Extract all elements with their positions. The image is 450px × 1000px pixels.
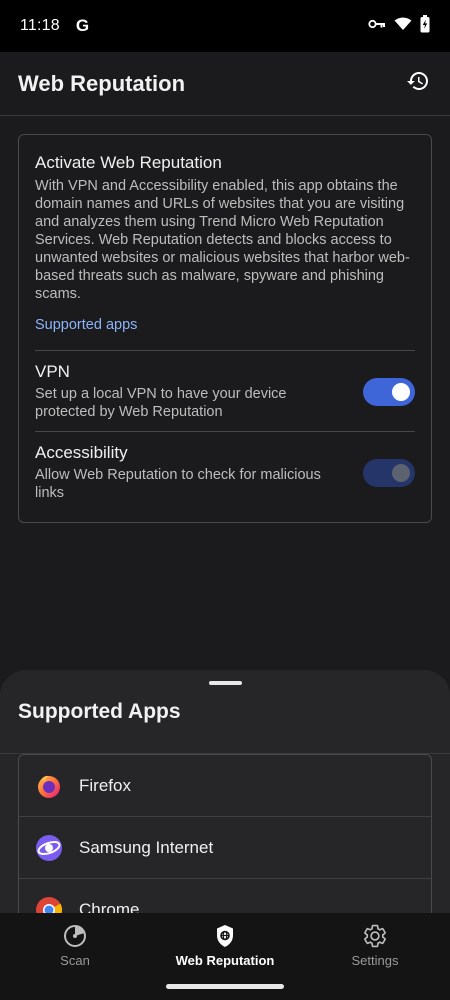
nav-item-scan[interactable]: Scan	[0, 913, 150, 1000]
page-title: Web Reputation	[18, 70, 186, 96]
wifi-icon	[394, 17, 412, 36]
status-bar: 11:18 G	[0, 0, 450, 52]
app-name: Samsung Internet	[79, 837, 214, 857]
toggle-knob	[392, 463, 410, 482]
list-item-firefox: Firefox	[19, 755, 431, 817]
history-button[interactable]	[404, 70, 432, 98]
scan-icon	[62, 923, 88, 949]
sheet-title: Supported Apps	[18, 700, 181, 723]
firefox-icon	[35, 772, 63, 800]
drag-handle[interactable]	[209, 681, 242, 685]
card-title: Activate Web Reputation	[35, 153, 222, 172]
vpn-setting-row[interactable]: VPN Set up a local VPN to have your devi…	[35, 351, 415, 431]
nav-label: Web Reputation	[175, 953, 275, 968]
battery-icon	[420, 14, 430, 38]
gesture-bar[interactable]	[166, 984, 284, 989]
history-icon	[406, 69, 430, 98]
gear-icon	[362, 923, 388, 949]
samsung-internet-icon	[35, 834, 63, 862]
toggle-knob	[392, 382, 410, 401]
vpn-title: VPN	[35, 362, 70, 381]
app-name: Firefox	[79, 775, 131, 795]
activate-card: Activate Web Reputation With VPN and Acc…	[18, 134, 432, 523]
nav-item-settings[interactable]: Settings	[300, 913, 450, 1000]
nav-label: Scan	[60, 953, 90, 968]
accessibility-setting-row[interactable]: Accessibility Allow Web Reputation to ch…	[35, 432, 415, 512]
status-time: 11:18	[20, 17, 60, 34]
accessibility-toggle[interactable]	[363, 458, 415, 487]
accessibility-subtitle: Allow Web Reputation to check for malici…	[35, 467, 321, 501]
nav-label: Settings	[351, 953, 399, 968]
vpn-key-icon	[368, 17, 386, 36]
google-icon: G	[75, 16, 90, 35]
supported-apps-sheet: Supported Apps Firefox Samsung Internet …	[0, 670, 450, 924]
accessibility-title: Accessibility	[35, 443, 128, 462]
list-item-samsung-internet: Samsung Internet	[19, 817, 431, 879]
apps-list: Firefox Samsung Internet Chrome	[18, 754, 432, 924]
vpn-toggle[interactable]	[363, 377, 415, 406]
vpn-subtitle: Set up a local VPN to have your device p…	[35, 386, 287, 420]
supported-apps-link[interactable]: Supported apps	[35, 317, 415, 333]
card-description: With VPN and Accessibility enabled, this…	[35, 178, 410, 302]
app-bar: Web Reputation	[0, 52, 450, 116]
shield-icon	[212, 923, 238, 949]
